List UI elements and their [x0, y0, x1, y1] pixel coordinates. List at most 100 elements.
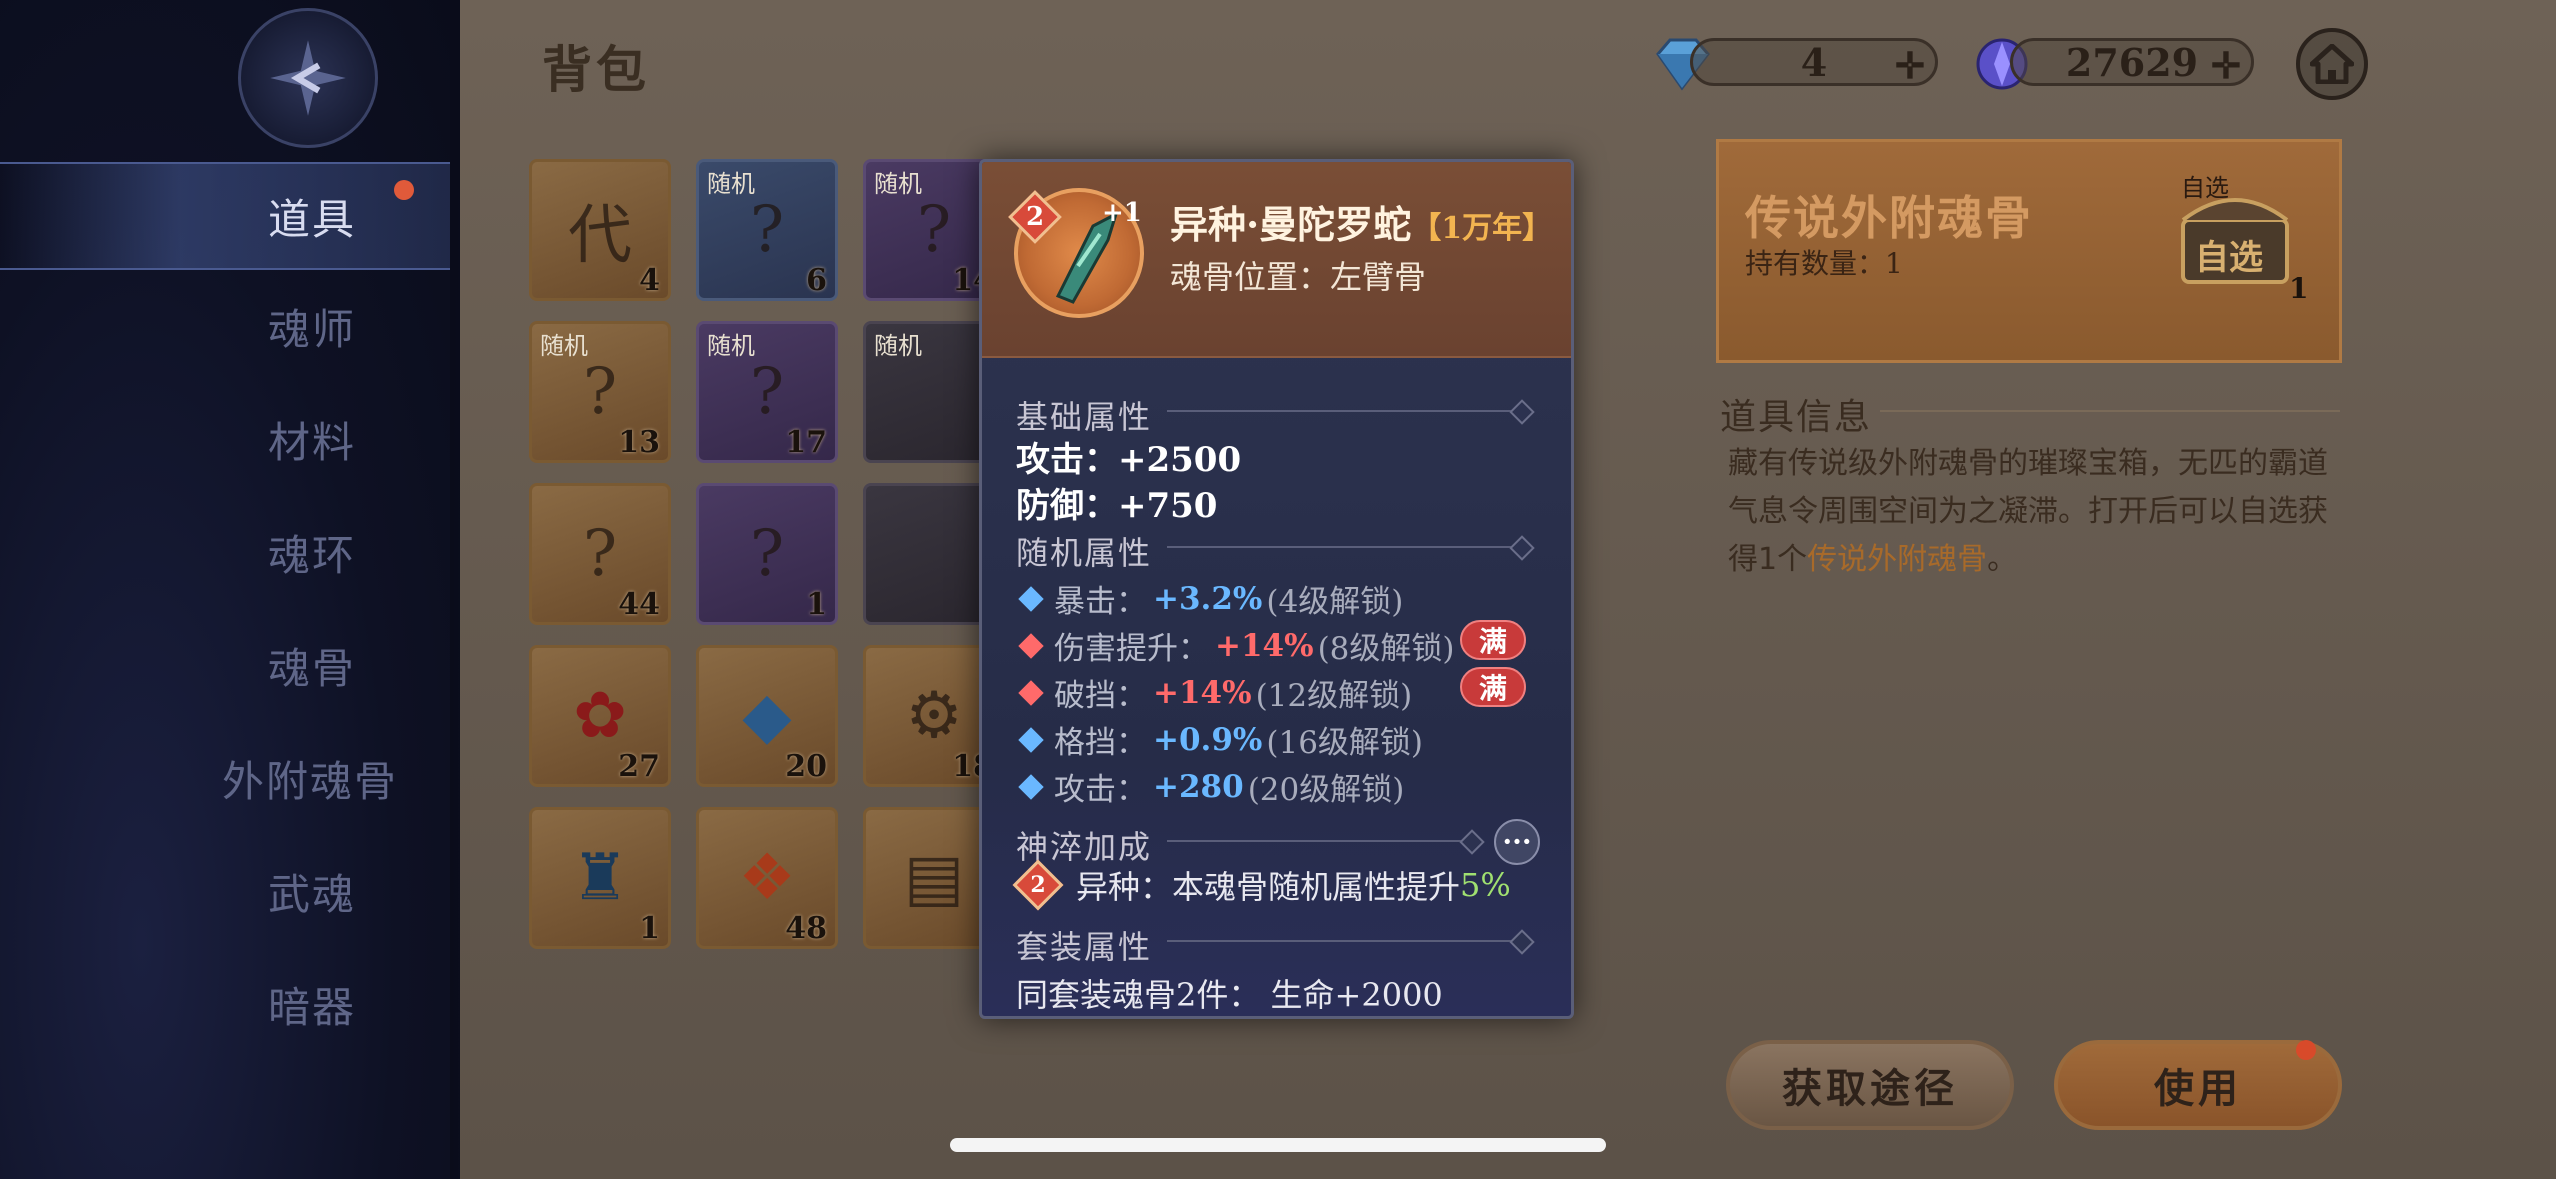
item-count: 1 — [2289, 272, 2309, 305]
currency-diamond: 4 ✛ — [1690, 38, 1938, 87]
item-badge-mid: 自选 — [2195, 238, 2263, 278]
sidebar-item-soul-ring[interactable]: 魂环 — [0, 496, 450, 609]
sidebar-item-props[interactable]: 道具 — [0, 162, 450, 270]
chest-icon: ▤ — [903, 841, 965, 915]
stat-value: +280 — [1153, 768, 1244, 805]
add-diamond-button[interactable]: ✛ — [1895, 45, 1925, 87]
sidebar-item-label: 魂骨 — [268, 644, 357, 693]
item-tag: 随机 — [874, 332, 922, 360]
desc-end: 。 — [1987, 542, 2018, 577]
grid-item[interactable]: ❖ 48 — [696, 807, 838, 949]
random-stat-row: 破挡： +14% (12级解锁) — [1016, 670, 1412, 715]
item-icon: ? — [582, 355, 618, 429]
desc-highlight: 传说外附魂骨 — [1807, 542, 1988, 577]
grid-item[interactable]: ? 随机 13 — [529, 321, 671, 463]
item-count: 1 — [639, 911, 660, 946]
stat-unlock: (4级解锁) — [1266, 584, 1404, 620]
item-info-description: 藏有传说级外附魂骨的璀璨宝箱，无匹的霸道气息令周围空间为之凝滞。打开后可以自选获… — [1728, 440, 2348, 584]
notification-dot — [2296, 1040, 2316, 1060]
shencui-text: 异种：本魂骨随机属性提升 — [1076, 868, 1461, 906]
home-indicator[interactable] — [950, 1138, 1606, 1152]
item-count: 6 — [806, 263, 827, 298]
grid-item[interactable]: ◆ 20 — [696, 645, 838, 787]
item-icon: ? — [749, 193, 785, 267]
sidebar-item-soul-bone[interactable]: 魂骨 — [0, 609, 450, 722]
compass-icon — [270, 40, 346, 116]
grid-item[interactable]: ♜ 1 — [529, 807, 671, 949]
sidebar-item-hidden-weapon[interactable]: 暗器 — [0, 948, 450, 1061]
random-stat-row: 格挡： +0.9% (16级解锁) — [1016, 717, 1423, 762]
sidebar: 道具 魂师 材料 魂环 魂骨 外附魂骨 武魂 暗器 — [0, 0, 490, 1179]
grid-item[interactable]: ? 1 — [696, 483, 838, 625]
currency-soul-crystal-value: 27629 — [2065, 39, 2199, 85]
tooltip-header: 2 +1 异种·曼陀罗蛇【1万年】 魂骨位置：左臂骨 — [982, 162, 1571, 358]
sidebar-item-label: 魂师 — [268, 305, 357, 354]
sidebar-item-label: 外附魂骨 — [222, 757, 399, 806]
item-tag: 随机 — [874, 170, 922, 198]
max-badge: 满 — [1460, 620, 1526, 660]
random-attr-title: 随机属性 — [1016, 534, 1153, 572]
home-icon — [2310, 44, 2354, 84]
sidebar-item-external-soul-bone[interactable]: 外附魂骨 — [0, 722, 450, 835]
item-tag: 随机 — [540, 332, 588, 360]
soul-bone-name: 异种·曼陀罗蛇【1万年】 — [1170, 194, 1552, 249]
item-count: 27 — [618, 749, 660, 784]
sidebar-item-label: 武魂 — [268, 870, 357, 919]
stat-value: +14% — [1153, 674, 1252, 711]
stat-label: 暴击： — [1054, 584, 1147, 620]
grid-item[interactable]: ? 44 — [529, 483, 671, 625]
item-badge-top: 自选 — [2181, 174, 2229, 202]
divider — [1167, 546, 1527, 548]
item-icon: ? — [582, 517, 618, 591]
card-icon: ❖ — [738, 841, 796, 915]
item-count: 48 — [785, 911, 827, 946]
item-icon: ? — [749, 355, 785, 429]
item-count: 1 — [806, 587, 827, 622]
item-count: 20 — [785, 749, 827, 784]
grid-item[interactable]: 代 4 — [529, 159, 671, 301]
shencui-percent: 5% — [1460, 866, 1511, 904]
sidebar-item-martial-soul[interactable]: 武魂 — [0, 835, 450, 948]
item-count: 13 — [618, 425, 660, 460]
blue-crystal-icon: ◆ — [742, 679, 792, 753]
random-stat-row: 伤害提升： +14% (8级解锁) — [1016, 623, 1455, 668]
blue-diamond-icon — [1018, 585, 1044, 612]
soul-bone-position: 魂骨位置：左臂骨 — [1170, 258, 1427, 296]
item-icon: ? — [916, 193, 952, 267]
variant-badge: 2 — [1012, 859, 1064, 911]
item-info-title: 道具信息 — [1720, 397, 1873, 438]
grid-item[interactable]: ✿ 27 — [529, 645, 671, 787]
item-tag: 随机 — [707, 332, 755, 360]
stat-label: 攻击： — [1054, 772, 1147, 808]
shencui-bonus: 2 异种：本魂骨随机属性提升 5% — [1012, 859, 1511, 911]
obtain-source-button[interactable]: 获取途径 — [1726, 1040, 2014, 1130]
sidebar-item-soul-master[interactable]: 魂师 — [0, 270, 450, 383]
grid-item[interactable]: ? 随机 6 — [696, 159, 838, 301]
back-emblem-button[interactable] — [238, 8, 378, 148]
sidebar-item-label: 魂环 — [268, 531, 357, 580]
set-bonus-line: 同套装魂骨2件： 生命+2000 — [1016, 976, 1443, 1014]
rose-icon: ✿ — [573, 679, 627, 753]
add-soul-crystal-button[interactable]: ✛ — [2211, 45, 2241, 87]
stat-unlock: (16级解锁) — [1266, 725, 1424, 761]
soul-bone-tooltip: 2 +1 异种·曼陀罗蛇【1万年】 魂骨位置：左臂骨 基础属性 攻击：+2500… — [979, 159, 1574, 1019]
currency-diamond-value: 4 — [1800, 39, 1828, 85]
use-button[interactable]: 使用 — [2054, 1040, 2342, 1130]
item-count: 17 — [785, 425, 827, 460]
base-stat-defense: 防御：+750 — [1016, 486, 1218, 526]
item-name: 传说外附魂骨 — [1745, 191, 2033, 245]
sidebar-item-label: 暗器 — [268, 983, 357, 1032]
home-button[interactable] — [2296, 28, 2368, 100]
use-button-label: 使用 — [2154, 1065, 2242, 1112]
blue-diamond-icon — [1018, 773, 1044, 800]
grid-item[interactable]: ? 随机 17 — [696, 321, 838, 463]
item-count: 44 — [618, 587, 660, 622]
stat-label: 格挡： — [1054, 725, 1147, 761]
more-button[interactable]: ··· — [1494, 819, 1540, 865]
notification-dot — [394, 180, 414, 200]
page-title: 背包 — [542, 40, 650, 99]
stat-unlock: (8级解锁) — [1317, 631, 1455, 667]
soul-bone-age: 【1万年】 — [1411, 211, 1553, 246]
sidebar-item-materials[interactable]: 材料 — [0, 383, 450, 496]
blue-diamond-icon — [1018, 726, 1044, 753]
